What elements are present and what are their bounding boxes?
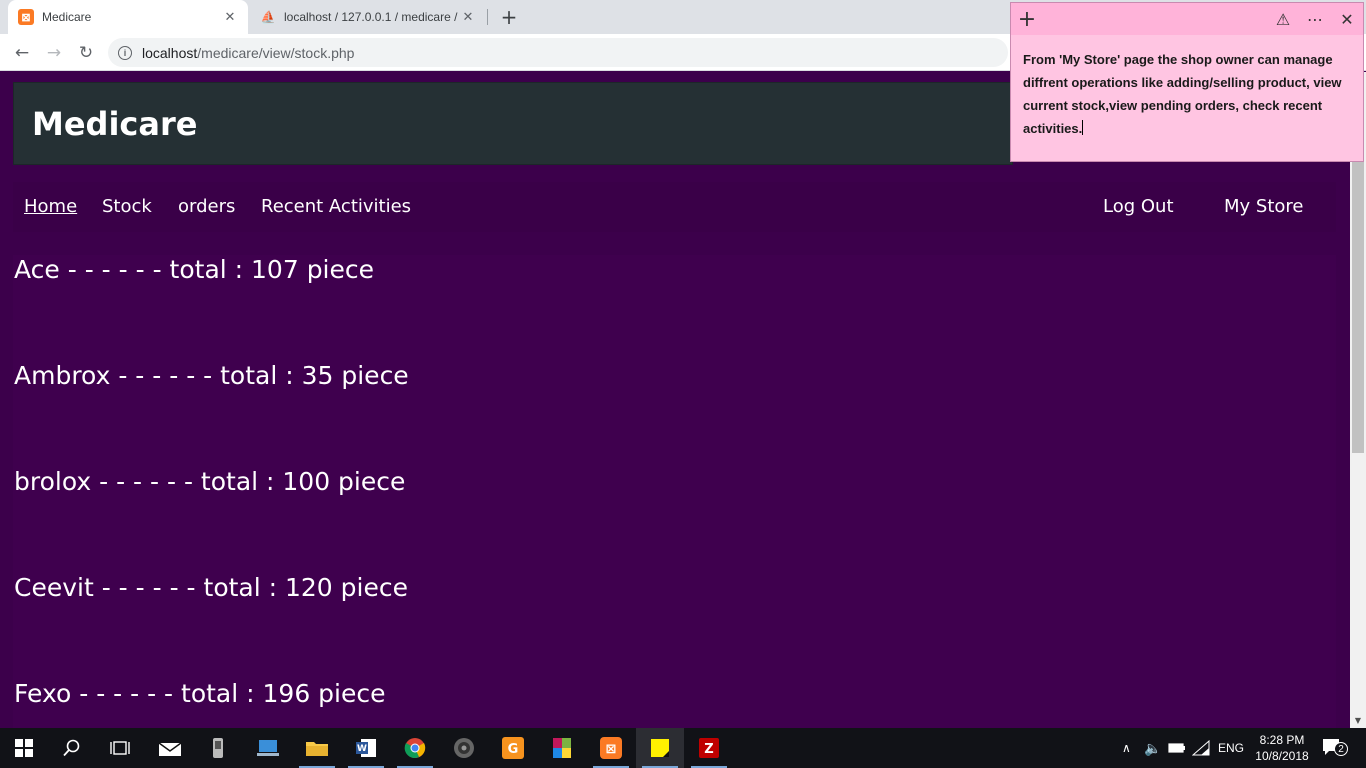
sticky-note-titlebar[interactable]: + ⚠ ⋯ ✕ bbox=[1011, 3, 1363, 35]
task-view-button[interactable] bbox=[96, 728, 144, 768]
network-button[interactable] bbox=[1192, 728, 1210, 768]
mail-icon bbox=[158, 742, 182, 756]
taskbar-filezilla[interactable]: Z bbox=[685, 728, 733, 768]
nav-link-home[interactable]: Home bbox=[24, 196, 77, 217]
nav-link-log-out[interactable]: Log Out bbox=[1103, 196, 1174, 217]
task-view-icon bbox=[110, 741, 130, 755]
svg-text:Z: Z bbox=[704, 742, 713, 757]
taskbar-clock[interactable]: 8:28 PM 10/8/2018 bbox=[1250, 732, 1314, 764]
nav-link-stock[interactable]: Stock bbox=[102, 196, 152, 217]
chevron-up-icon: ∧ bbox=[1122, 741, 1131, 755]
site-title: Medicare bbox=[32, 105, 198, 143]
clock-date: 10/8/2018 bbox=[1255, 749, 1309, 763]
taskbar-xampp[interactable]: ⊠ bbox=[587, 728, 635, 768]
nav-link-orders[interactable]: orders bbox=[178, 196, 235, 217]
filezilla-icon: Z bbox=[699, 738, 719, 758]
word-icon: W bbox=[356, 739, 376, 757]
svg-text:G: G bbox=[508, 742, 519, 757]
tab-phpmyadmin[interactable]: ⛵ localhost / 127.0.0.1 / medicare / ✕ bbox=[250, 0, 486, 34]
close-icon[interactable]: ✕ bbox=[460, 9, 476, 25]
reload-icon[interactable]: ↻ bbox=[74, 41, 98, 65]
close-icon[interactable]: ✕ bbox=[1337, 9, 1357, 29]
wifi-icon bbox=[1192, 740, 1210, 756]
stock-list: Ace - - - - - - total : 107 piece Ambrox… bbox=[13, 255, 1336, 728]
sticky-note[interactable]: + ⚠ ⋯ ✕ From 'My Store' page the shop ow… bbox=[1010, 2, 1364, 162]
computer-icon bbox=[257, 740, 279, 756]
speaker-icon bbox=[454, 738, 474, 758]
svg-text:⊠: ⊠ bbox=[606, 742, 617, 757]
battery-button[interactable] bbox=[1168, 728, 1186, 768]
start-button[interactable] bbox=[0, 728, 48, 768]
volume-button[interactable]: 🔈 bbox=[1144, 728, 1161, 768]
taskbar-chrome[interactable] bbox=[391, 728, 439, 768]
stock-item: brolox - - - - - - total : 100 piece bbox=[14, 467, 406, 496]
pdf-app-icon: G bbox=[502, 737, 524, 759]
nav-link-my-store[interactable]: My Store bbox=[1224, 196, 1303, 217]
chrome-icon bbox=[404, 738, 426, 758]
action-center-button[interactable]: 2 bbox=[1322, 738, 1348, 758]
language-indicator[interactable]: ENG bbox=[1218, 728, 1244, 768]
search-icon bbox=[63, 739, 80, 757]
battery-icon bbox=[1168, 743, 1185, 753]
address-bar[interactable]: i localhost/medicare/view/stock.php bbox=[108, 38, 1008, 67]
xampp-icon: ⊠ bbox=[18, 9, 34, 25]
info-icon[interactable]: i bbox=[118, 45, 132, 60]
clock-time: 8:28 PM bbox=[1259, 733, 1305, 747]
tab-title: Medicare bbox=[42, 10, 92, 24]
scroll-down-arrow-icon[interactable]: ▼ bbox=[1350, 712, 1366, 728]
taskbar-file-explorer[interactable] bbox=[293, 728, 341, 768]
text-caret bbox=[1082, 120, 1084, 135]
sticky-notes-icon bbox=[651, 739, 669, 757]
taskbar-this-pc[interactable] bbox=[244, 728, 292, 768]
add-note-icon[interactable]: + bbox=[1017, 7, 1037, 32]
archive-icon bbox=[553, 738, 571, 758]
url-host: localhost bbox=[142, 44, 198, 61]
phpmyadmin-icon: ⛵ bbox=[260, 10, 276, 24]
tab-title: localhost / 127.0.0.1 / medicare / bbox=[284, 10, 458, 24]
url-path: /medicare/view/stock.php bbox=[197, 44, 355, 61]
close-icon[interactable]: ✕ bbox=[222, 9, 238, 25]
sticky-note-body[interactable]: From 'My Store' page the shop owner can … bbox=[1023, 48, 1353, 140]
taskbar-winrar[interactable] bbox=[538, 728, 586, 768]
taskbar-pdf-app[interactable]: G bbox=[489, 728, 537, 768]
forward-arrow-icon[interactable]: → bbox=[42, 41, 66, 65]
stock-item: Ambrox - - - - - - total : 35 piece bbox=[14, 361, 409, 390]
warning-icon[interactable]: ⚠ bbox=[1273, 9, 1293, 29]
windows-taskbar: W G ⊠ Z ∧ 🔈 ENG 8:28 PM 10/8/2018 2 bbox=[0, 728, 1366, 768]
folder-icon bbox=[306, 742, 328, 756]
new-tab-button[interactable]: + bbox=[498, 5, 520, 29]
tab-divider bbox=[487, 9, 488, 25]
site-header: Medicare bbox=[13, 82, 1013, 165]
volume-icon: 🔈 bbox=[1144, 739, 1162, 756]
phone-icon bbox=[213, 738, 223, 758]
taskbar-word[interactable]: W bbox=[342, 728, 390, 768]
notification-count: 2 bbox=[1334, 742, 1348, 756]
page-content: Medicare Home Stock orders Recent Activi… bbox=[0, 72, 1350, 728]
stock-item: Fexo - - - - - - total : 196 piece bbox=[14, 679, 386, 708]
tab-medicare[interactable]: ⊠ Medicare ✕ bbox=[8, 0, 248, 34]
taskbar-mail[interactable] bbox=[146, 728, 194, 768]
svg-text:W: W bbox=[357, 744, 367, 754]
show-hidden-icons-button[interactable]: ∧ bbox=[1122, 728, 1131, 768]
xampp-icon: ⊠ bbox=[600, 737, 622, 759]
taskbar-device[interactable] bbox=[194, 728, 242, 768]
stock-item: Ceevit - - - - - - total : 120 piece bbox=[14, 573, 408, 602]
nav-link-recent-activities[interactable]: Recent Activities bbox=[261, 196, 411, 217]
taskbar-sticky-notes[interactable] bbox=[636, 728, 684, 768]
windows-icon bbox=[15, 739, 33, 757]
stock-item: Ace - - - - - - total : 107 piece bbox=[14, 255, 375, 284]
back-arrow-icon[interactable]: ← bbox=[10, 41, 34, 65]
search-button[interactable] bbox=[48, 728, 96, 768]
more-options-icon[interactable]: ⋯ bbox=[1305, 9, 1325, 29]
taskbar-speaker-app[interactable] bbox=[440, 728, 488, 768]
sticky-note-text: From 'My Store' page the shop owner can … bbox=[1023, 52, 1342, 136]
site-navbar: Home Stock orders Recent Activities Log … bbox=[13, 182, 1336, 232]
